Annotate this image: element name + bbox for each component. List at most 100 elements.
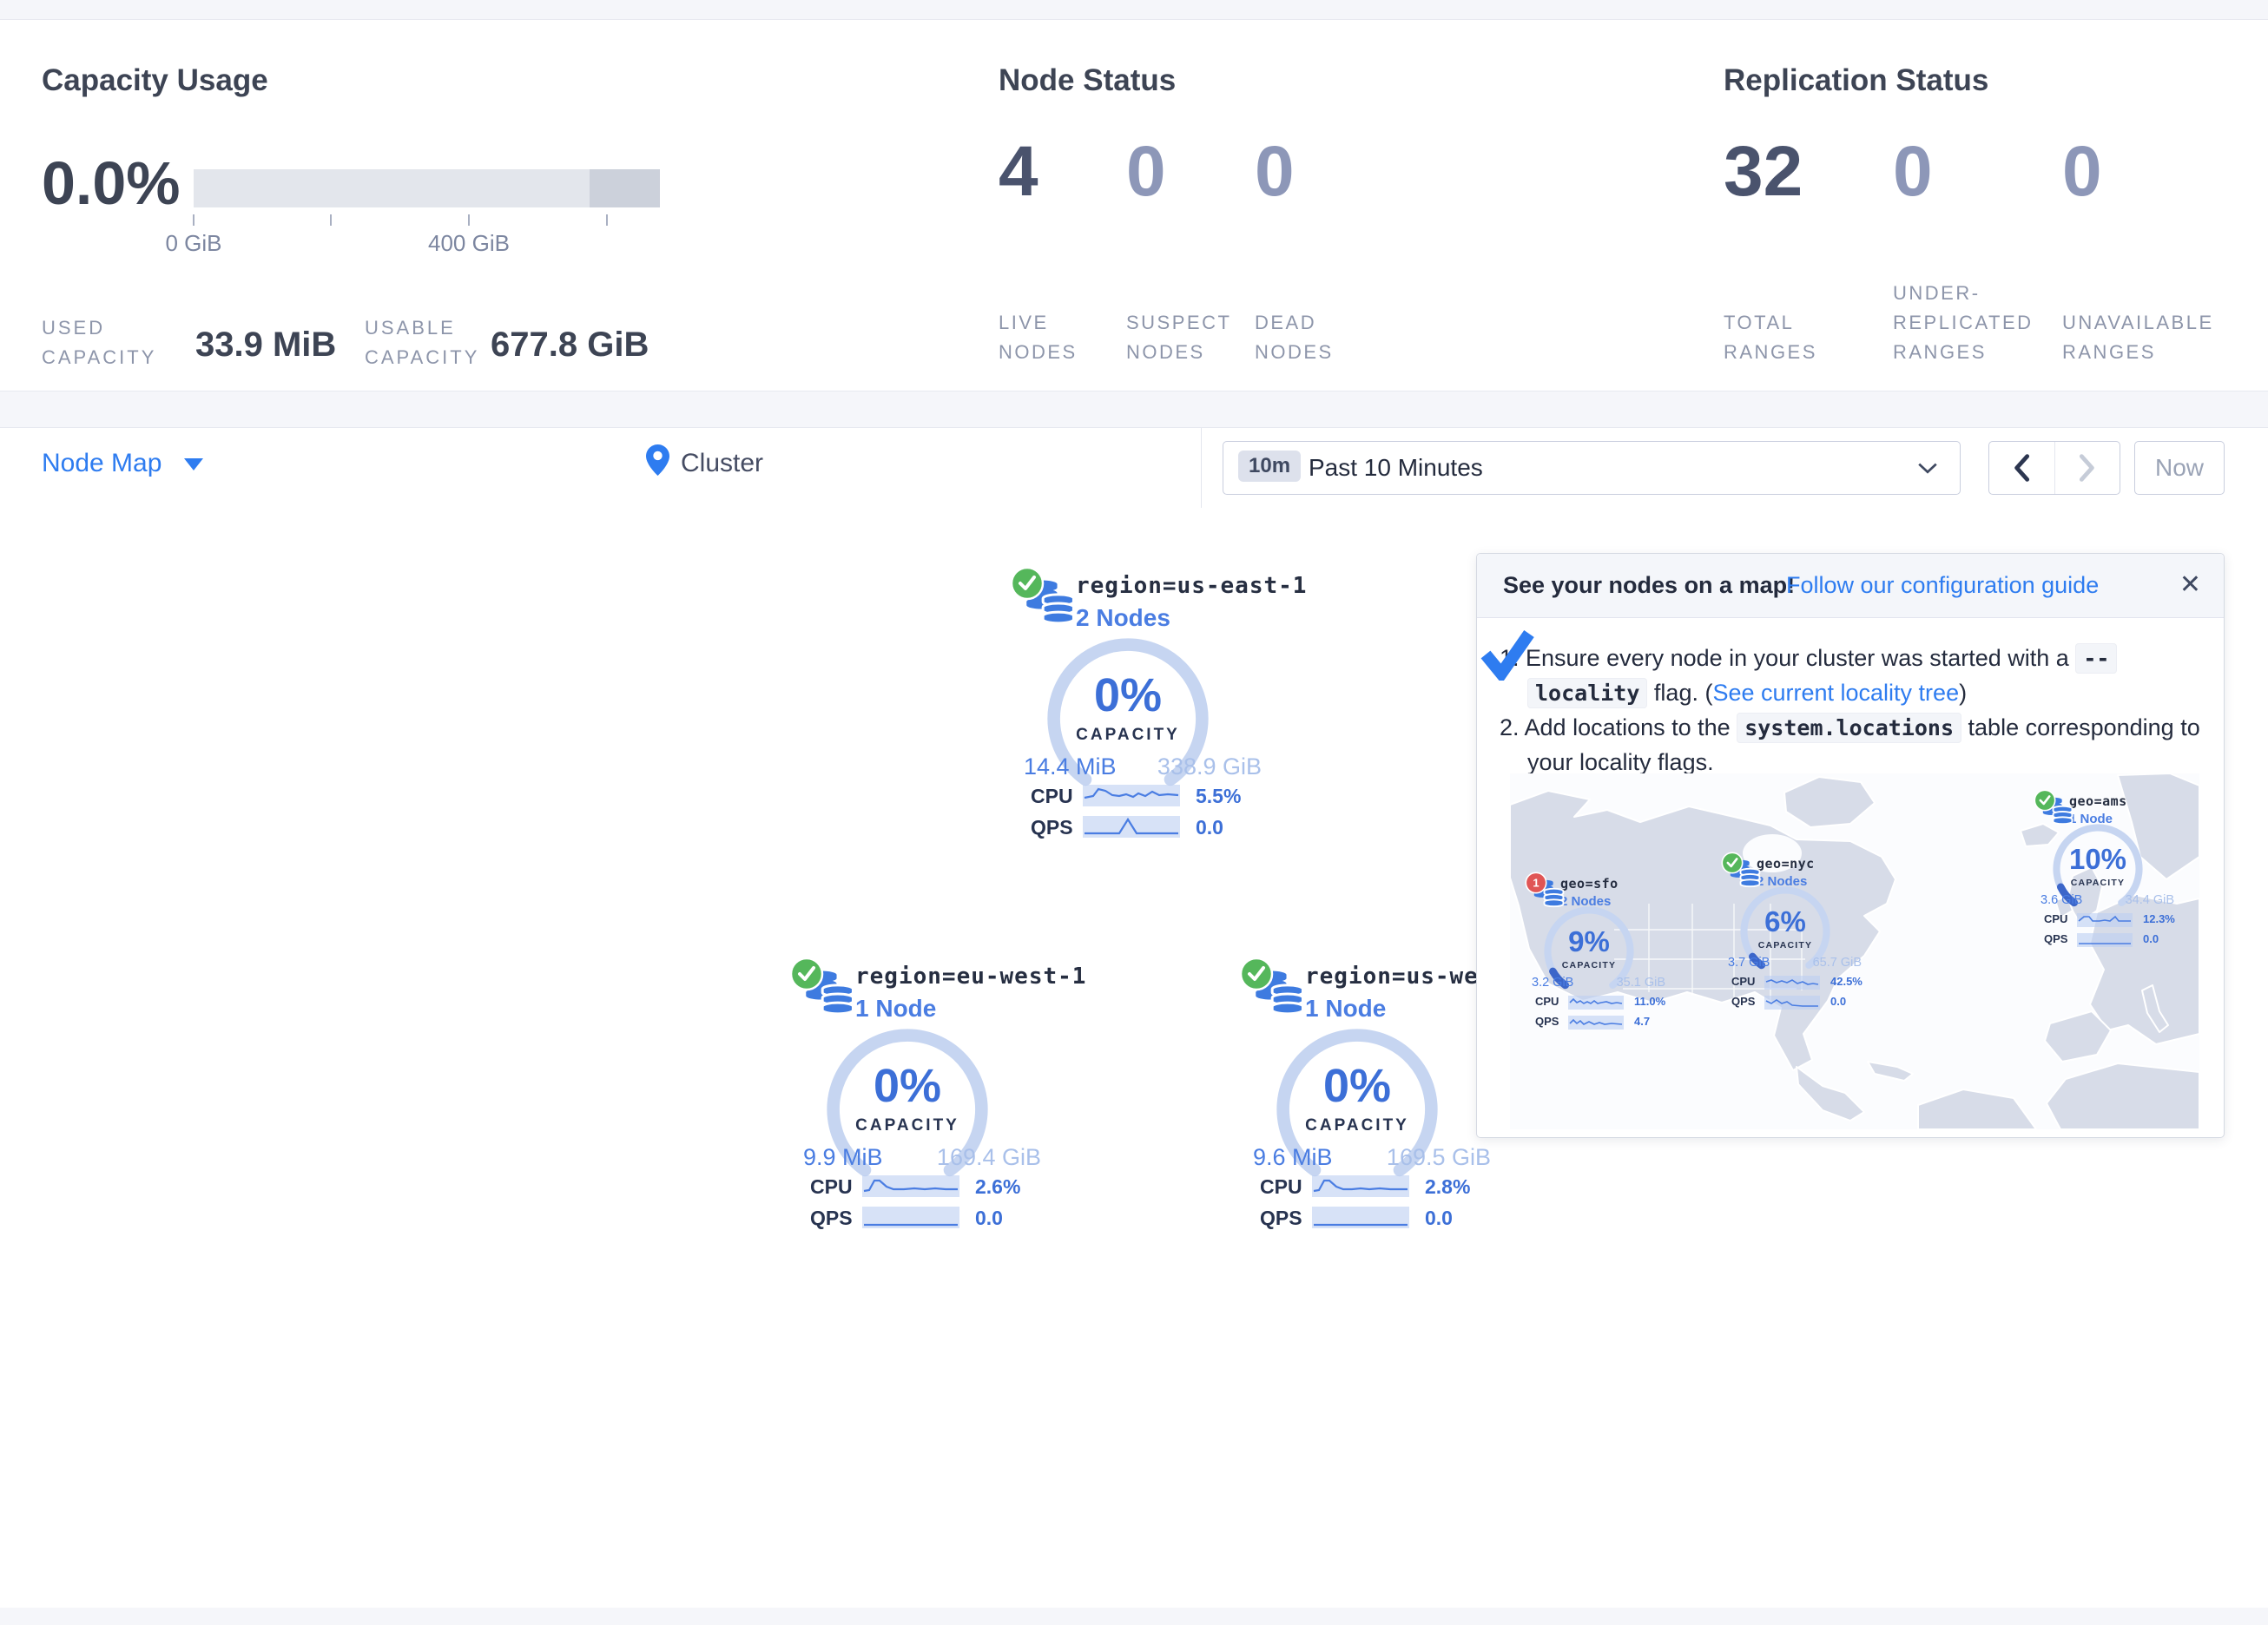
used-capacity-value: 14.4 MiB bbox=[1024, 753, 1117, 780]
cpu-value: 5.5% bbox=[1196, 785, 1241, 808]
capacity-percent: 10% bbox=[2054, 843, 2141, 876]
node-card-region=us-west-1[interactable]: region=us-west-11 Node0%CAPACITY9.6 MiB1… bbox=[1239, 957, 1500, 1252]
status-warning-badge: 1 bbox=[1525, 872, 1547, 894]
node-count-label[interactable]: 1 Node bbox=[855, 995, 936, 1023]
node-card-geo=sfo[interactable]: 1geo=sfo2 Nodes9%CAPACITY3.2 GiB35.1 GiB… bbox=[1525, 872, 1681, 1045]
capacity-percent: 6% bbox=[1742, 905, 1829, 938]
replication-status-title: Replication Status bbox=[1724, 63, 1988, 98]
time-forward-button[interactable] bbox=[2055, 454, 2120, 486]
status-ok-icon bbox=[1239, 957, 1274, 991]
sparkline-chart bbox=[1312, 1175, 1409, 1197]
cpu-sparkline bbox=[1568, 996, 1624, 1008]
cluster-summary-bar: Capacity Usage 0.0% 0 GiB 400 GiB USEDCA… bbox=[0, 19, 2268, 391]
capacity-label: CAPACITY bbox=[1270, 1116, 1444, 1135]
capacity-label: CAPACITY bbox=[1742, 940, 1829, 951]
cpu-label: CPU bbox=[1731, 975, 1755, 988]
qps-row: QPS0.0 bbox=[2034, 932, 2190, 946]
capacity-usage-title: Capacity Usage bbox=[42, 63, 268, 98]
status-ok-icon bbox=[1010, 566, 1045, 601]
cpu-sparkline bbox=[1083, 785, 1180, 806]
nodes-on-map-popup: See your nodes on a map! Follow our conf… bbox=[1476, 553, 2225, 1138]
status-ok-icon bbox=[789, 957, 824, 991]
instruction-line: 2. Add locations to the system.locations… bbox=[1500, 710, 2200, 746]
cpu-label: CPU bbox=[1260, 1175, 1302, 1199]
stat-label: UNDER-REPLICATEDRANGES bbox=[1893, 279, 2034, 367]
stat-value: 4 bbox=[999, 131, 1038, 213]
cpu-label: CPU bbox=[1535, 995, 1559, 1008]
node-count-label[interactable]: 1 Node bbox=[1305, 995, 1386, 1023]
axis-tick bbox=[468, 214, 470, 226]
capacity-usage-bar bbox=[194, 169, 660, 207]
popup-title: See your nodes on a map! bbox=[1503, 572, 1795, 599]
node-card-region=us-east-1[interactable]: region=us-east-12 Nodes0%CAPACITY14.4 Mi… bbox=[1010, 566, 1270, 861]
instruction-text: 1. Ensure every node in your cluster was… bbox=[1500, 645, 2075, 671]
configuration-guide-link[interactable]: Follow our configuration guide bbox=[1786, 572, 2099, 599]
stat-label: UNAVAILABLERANGES bbox=[2062, 308, 2214, 367]
node-card-region=eu-west-1[interactable]: region=eu-west-11 Node0%CAPACITY9.9 MiB1… bbox=[789, 957, 1050, 1252]
node-locality-label: region=us-east-1 bbox=[1076, 573, 1307, 599]
stat-label: LIVENODES bbox=[999, 308, 1078, 367]
divider bbox=[1201, 428, 1202, 509]
qps-value: 0.0 bbox=[1196, 816, 1223, 839]
axis-tick bbox=[330, 214, 332, 226]
node-count-label[interactable]: 2 Nodes bbox=[1076, 604, 1170, 632]
cpu-sparkline bbox=[862, 1175, 959, 1197]
capacity-percent: 0% bbox=[821, 1059, 994, 1113]
node-card-geo=nyc[interactable]: geo=nyc2 Nodes6%CAPACITY3.7 GiB65.7 GiBC… bbox=[1721, 852, 1877, 1025]
time-range-dropdown[interactable]: 10m Past 10 Minutes bbox=[1223, 441, 1961, 495]
status-ok-icon bbox=[2034, 789, 2056, 812]
status-ok-icon bbox=[1239, 957, 1274, 991]
status-ok-icon bbox=[1010, 566, 1045, 601]
qps-value: 0.0 bbox=[2143, 932, 2159, 945]
used-capacity-value: 9.6 MiB bbox=[1253, 1144, 1333, 1171]
code-snippet: system.locations bbox=[1737, 713, 1961, 743]
chevron-right-icon bbox=[2079, 454, 2096, 482]
qps-sparkline bbox=[2077, 933, 2133, 945]
instruction-line: locality flag. (See current locality tre… bbox=[1527, 675, 1967, 711]
locality-tree-link[interactable]: See current locality tree bbox=[1712, 680, 1959, 706]
qps-row: QPS0.0 bbox=[1721, 995, 1877, 1009]
stat-value: 0 bbox=[1893, 131, 1933, 213]
chevron-left-icon bbox=[2013, 454, 2030, 482]
node-locality-label: region=eu-west-1 bbox=[855, 964, 1086, 990]
used-capacity-value: 9.9 MiB bbox=[803, 1144, 883, 1171]
stat-value: 0 bbox=[1255, 131, 1295, 213]
axis-tick bbox=[193, 214, 194, 226]
used-capacity-value: 3.2 GiB bbox=[1532, 976, 1573, 990]
stat-label: DEADNODES bbox=[1255, 308, 1334, 367]
time-range-badge: 10m bbox=[1238, 451, 1301, 482]
capacity-percent: 9% bbox=[1546, 925, 1632, 958]
close-icon[interactable]: ✕ bbox=[2179, 569, 2201, 600]
axis-tick-label: 400 GiB bbox=[399, 230, 538, 257]
status-ok-icon bbox=[1721, 852, 1744, 874]
total-capacity-value: 35.1 GiB bbox=[1586, 976, 1665, 990]
now-button[interactable]: Now bbox=[2134, 441, 2225, 495]
qps-value: 4.7 bbox=[1634, 1015, 1650, 1028]
total-capacity-value: 65.7 GiB bbox=[1782, 956, 1862, 970]
node-map-page: Capacity Usage 0.0% 0 GiB 400 GiB USEDCA… bbox=[0, 0, 2268, 1625]
view-selector-label: Node Map bbox=[42, 449, 162, 477]
total-capacity-value: 169.4 GiB bbox=[902, 1144, 1041, 1171]
cpu-label: CPU bbox=[1031, 785, 1073, 808]
node-card-geo=ams[interactable]: geo=ams1 Node10%CAPACITY3.6 GiB34.4 GiBC… bbox=[2034, 789, 2190, 963]
cpu-sparkline bbox=[2077, 913, 2133, 925]
time-step-buttons bbox=[1988, 441, 2120, 495]
step-done-check-icon bbox=[1479, 628, 1536, 681]
status-warning-badge: 1 bbox=[1525, 872, 1547, 894]
chevron-down-icon bbox=[184, 458, 203, 470]
cpu-row: CPU2.6% bbox=[789, 1175, 1050, 1200]
sparkline-chart bbox=[862, 1175, 959, 1197]
total-capacity-value: 338.9 GiB bbox=[1123, 753, 1262, 780]
sparkline-chart bbox=[1568, 1016, 1624, 1030]
cpu-row: CPU11.0% bbox=[1525, 995, 1681, 1009]
stat-value: 0 bbox=[1126, 131, 1166, 213]
instruction-text: table corresponding to bbox=[1961, 714, 2200, 740]
used-capacity-value: 3.6 GiB bbox=[2041, 893, 2082, 907]
time-back-button[interactable] bbox=[1989, 454, 2054, 486]
node-locality-label: geo=sfo bbox=[1560, 876, 1619, 891]
view-selector-dropdown[interactable]: Node Map bbox=[42, 449, 203, 478]
instruction-text: flag. ( bbox=[1647, 680, 1712, 706]
capacity-label: CAPACITY bbox=[1041, 726, 1215, 745]
cpu-value: 12.3% bbox=[2143, 912, 2175, 925]
qps-sparkline bbox=[1568, 1016, 1624, 1028]
